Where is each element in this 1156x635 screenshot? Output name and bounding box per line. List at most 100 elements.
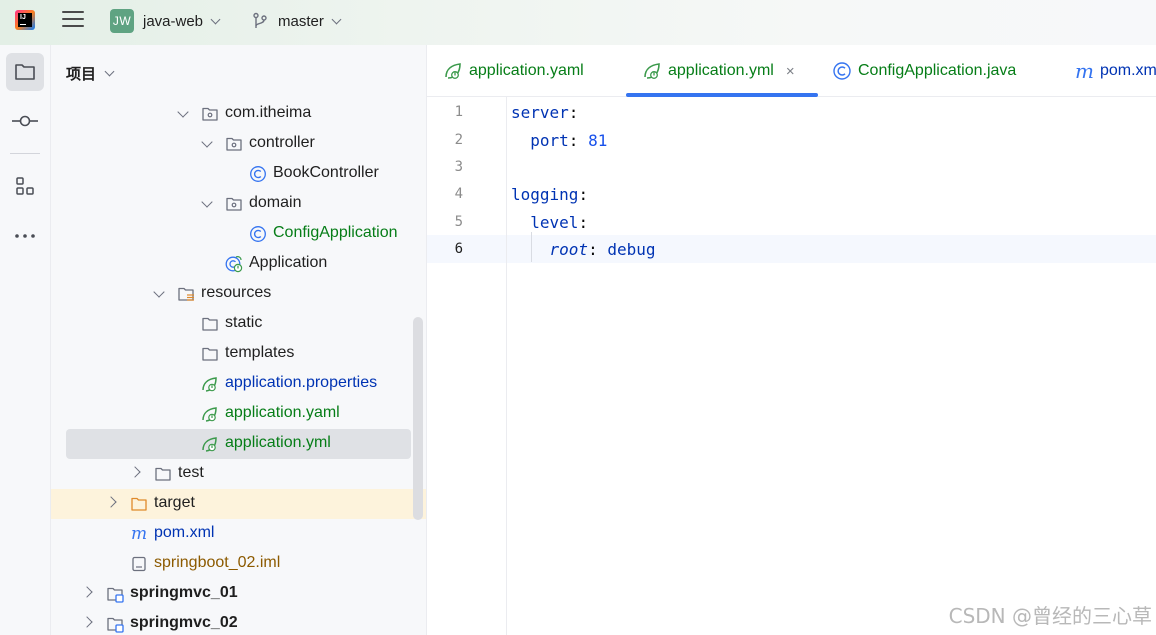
tree-item-resources[interactable]: resources [51,279,426,309]
tree-item-label: com.itheima [225,104,312,121]
tree-item-test[interactable]: test [51,459,426,489]
svg-text:m: m [131,525,147,543]
project-panel-header[interactable]: 项目 [66,63,115,84]
tree-item-label: target [154,494,195,511]
intellij-logo-icon[interactable]: IJ [15,10,35,30]
folder-icon [154,465,172,483]
tab-application-yaml[interactable]: application.yaml [443,45,584,97]
code-line-1[interactable]: server: [511,103,578,122]
project-badge: JW [110,9,134,33]
module-icon [106,585,124,603]
code-line-4[interactable]: logging: [511,185,588,204]
tree-item-target[interactable]: target [51,489,426,519]
class-icon [833,62,851,80]
tree-item-label: domain [249,194,302,211]
tree-item-label: static [225,314,263,331]
chevron-right-icon[interactable] [81,586,93,598]
folder-icon [201,345,219,363]
maven-icon: m [130,524,148,544]
tree-item-domain[interactable]: domain [51,189,426,219]
project-name: java-web [143,12,204,30]
tree-item-label: ConfigApplication [273,224,398,241]
chevron-right-icon[interactable] [129,466,141,478]
tree-item-controller[interactable]: controller [51,129,426,159]
code-line-2[interactable]: port: 81 [511,131,607,150]
tab-label: application.yml [668,62,774,79]
tree-item-com-itheima[interactable]: com.itheima [51,99,426,129]
editor-area: application.yaml application.yml × Confi… [427,45,1156,635]
close-icon[interactable]: × [786,63,795,80]
maven-icon: m [1075,59,1094,83]
spring-config-icon [201,405,219,423]
code-line-6[interactable]: root: debug [511,240,656,259]
iml-file-icon [130,555,148,573]
tree-item-label: BookController [273,164,379,181]
project-tool-button[interactable] [6,53,44,91]
tree-item-label: application.yaml [225,404,340,421]
spring-config-icon [201,375,219,393]
tab-label: pom.xml [1099,62,1156,79]
main-menu-icon[interactable] [62,11,84,31]
tool-separator [10,153,40,154]
tree-item-application-properties[interactable]: application.properties [51,369,426,399]
commit-icon [12,115,38,127]
chevron-down-icon[interactable] [153,286,165,298]
line-number[interactable]: 4 [427,186,463,202]
more-tools-button[interactable] [6,217,44,255]
chevron-down-icon[interactable] [201,136,213,148]
tree-item-application-yaml[interactable]: application.yaml [51,399,426,429]
chevron-down-icon [210,14,221,24]
git-branch-icon [253,12,267,28]
tree-item-configapplication[interactable]: ConfigApplication [51,219,426,249]
chevron-down-icon [331,14,342,24]
tab-config-application-java[interactable]: ConfigApplication.java [832,45,1016,97]
chevron-right-icon[interactable] [105,496,117,508]
watermark: CSDN @曾经的三心草 [948,604,1152,628]
spring-boot-class-icon [225,255,243,273]
code-line-5[interactable]: level: [511,213,588,232]
tree-item-application-yml[interactable]: application.yml [51,429,426,459]
tab-pom-xml[interactable]: m pom.xml [1075,45,1156,97]
tree-item-application[interactable]: Application [51,249,426,279]
structure-icon [16,177,34,195]
line-number[interactable]: 2 [427,132,463,148]
tab-application-yml[interactable]: application.yml × [626,45,818,97]
tree-item-label: controller [249,134,315,151]
tree-item-templates[interactable]: templates [51,339,426,369]
tab-label: application.yaml [469,62,584,79]
folder-icon [15,64,35,80]
tree-item-label: pom.xml [154,524,215,541]
spring-config-icon [644,63,660,79]
tab-label: ConfigApplication.java [858,62,1017,79]
project-selector[interactable]: JW java-web [110,8,221,34]
resources-folder-icon [177,285,195,303]
line-number[interactable]: 6 [427,241,463,257]
tree-item-springmvc-01[interactable]: springmvc_01 [51,579,426,609]
project-panel: 项目 com.itheima controller BookController do… [51,45,427,635]
excluded-folder-icon [130,495,148,513]
tree-item-pom-xml[interactable]: m pom.xml [51,519,426,549]
structure-tool-button[interactable] [6,167,44,205]
tree-item-springmvc-02[interactable]: springmvc_02 [51,609,426,635]
package-icon [225,195,243,213]
commit-tool-button[interactable] [6,102,44,140]
panel-title: 项目 [66,66,97,83]
line-number[interactable]: 5 [427,214,463,230]
branch-selector[interactable]: master [252,8,342,34]
line-number[interactable]: 1 [427,104,463,120]
vertical-scrollbar[interactable] [413,317,423,520]
title-bar: IJ JW java-web master [0,0,1156,45]
line-number[interactable]: 3 [427,159,463,175]
folder-icon [201,315,219,333]
tool-window-strip [0,45,51,635]
chevron-down-icon[interactable] [177,106,189,118]
tree-item-label: resources [201,284,272,301]
tree-item-static[interactable]: static [51,309,426,339]
module-icon [106,615,124,633]
chevron-down-icon[interactable] [201,196,213,208]
tree-item-springboot-02-iml[interactable]: springboot_02.iml [51,549,426,579]
active-tab-indicator [626,93,818,97]
chevron-right-icon[interactable] [81,616,93,628]
line-number-gutter [427,97,507,635]
tree-item-bookcontroller[interactable]: BookController [51,159,426,189]
